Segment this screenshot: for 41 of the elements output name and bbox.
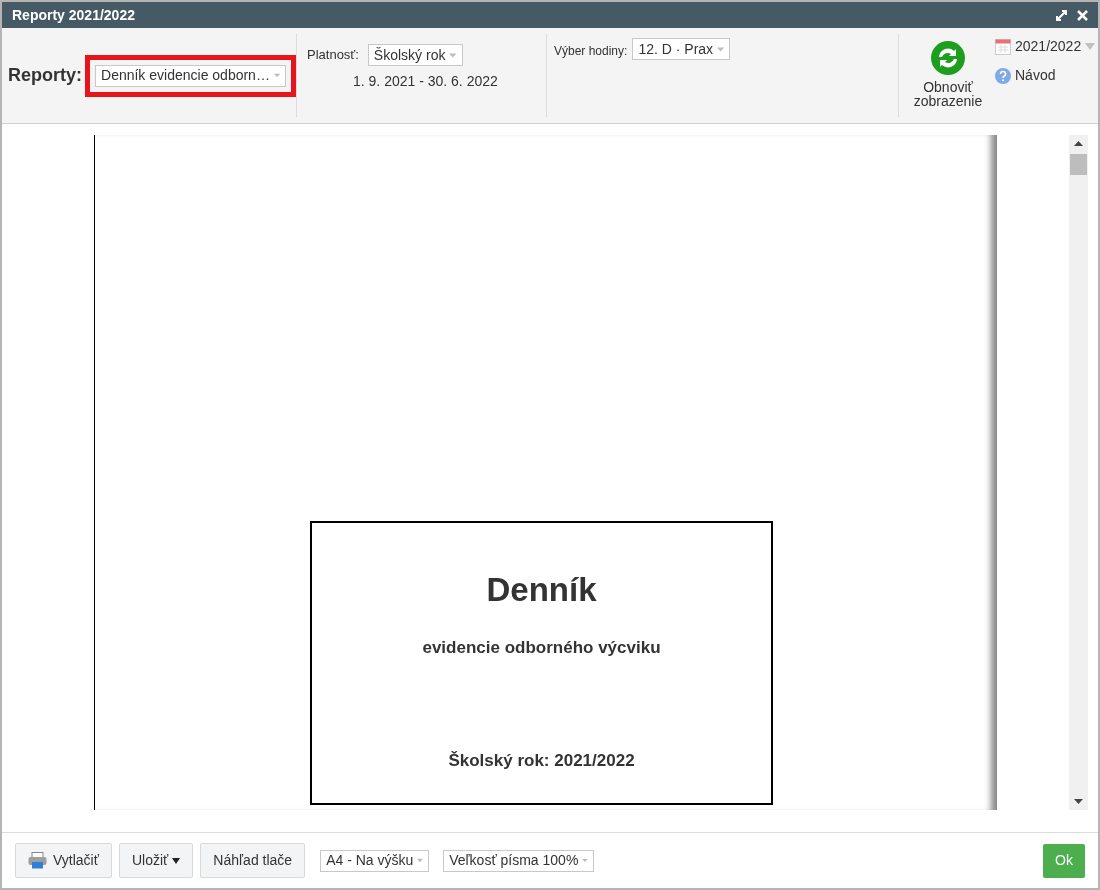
caret-icon <box>172 857 181 864</box>
caret-icon <box>1085 43 1096 50</box>
validity-select[interactable]: Školský rok <box>367 44 463 66</box>
select-value: 12. D · Prax <box>638 39 714 59</box>
help-icon <box>995 67 1011 84</box>
scroll-down-icon[interactable] <box>1074 799 1083 804</box>
select-value: A4 - Na výšku <box>326 851 414 870</box>
scrollbar[interactable] <box>1069 135 1088 810</box>
maximize-icon[interactable] <box>1056 9 1067 21</box>
hour-select[interactable]: 12. D · Prax <box>632 38 731 60</box>
print-button[interactable]: Vytlačiť <box>15 843 112 878</box>
dropdown-caret-icon <box>582 858 589 863</box>
refresh-button[interactable]: Obnoviť zobrazenie <box>913 40 983 123</box>
print-preview-button[interactable]: Náhľad tlače <box>200 843 306 878</box>
document-title: Denník <box>486 570 597 610</box>
dropdown-caret-icon <box>717 46 725 52</box>
date-range: 1. 9. 2021 - 30. 6. 2022 <box>353 72 499 91</box>
close-icon[interactable] <box>1077 9 1088 21</box>
help-link[interactable]: Návod <box>995 65 1096 86</box>
window-title: Reporty 2021/2022 <box>12 5 135 25</box>
select-value: Školský rok <box>373 45 446 65</box>
calendar-icon <box>995 38 1011 55</box>
scrollbar-thumb[interactable] <box>1070 154 1087 175</box>
select-value: Veľkosť písma 100% <box>449 851 579 870</box>
paper-select[interactable]: A4 - Na výšku <box>320 849 430 872</box>
scroll-up-icon[interactable] <box>1074 141 1083 146</box>
document-subtitle: evidencie odborného výcviku <box>422 636 661 659</box>
refresh-icon <box>930 40 966 76</box>
select-value: Denník evidencie odborn… <box>101 66 270 85</box>
dropdown-caret-icon <box>449 52 457 58</box>
dropdown-caret-icon <box>273 73 280 78</box>
printer-icon <box>28 852 47 869</box>
save-button[interactable]: Uložiť <box>118 843 194 878</box>
year-selector[interactable]: 2021/2022 <box>995 36 1096 57</box>
report-select[interactable]: Denník evidencie odborn… <box>95 64 286 87</box>
school-year-text: Školský rok: 2021/2022 <box>448 750 635 772</box>
validity-label: Platnosť: <box>307 46 359 65</box>
hour-label: Výber hodiny: <box>554 43 628 60</box>
reports-label: Reporty: <box>8 64 82 87</box>
font-size-select[interactable]: Veľkosť písma 100% <box>443 849 595 872</box>
dropdown-caret-icon <box>417 858 424 863</box>
